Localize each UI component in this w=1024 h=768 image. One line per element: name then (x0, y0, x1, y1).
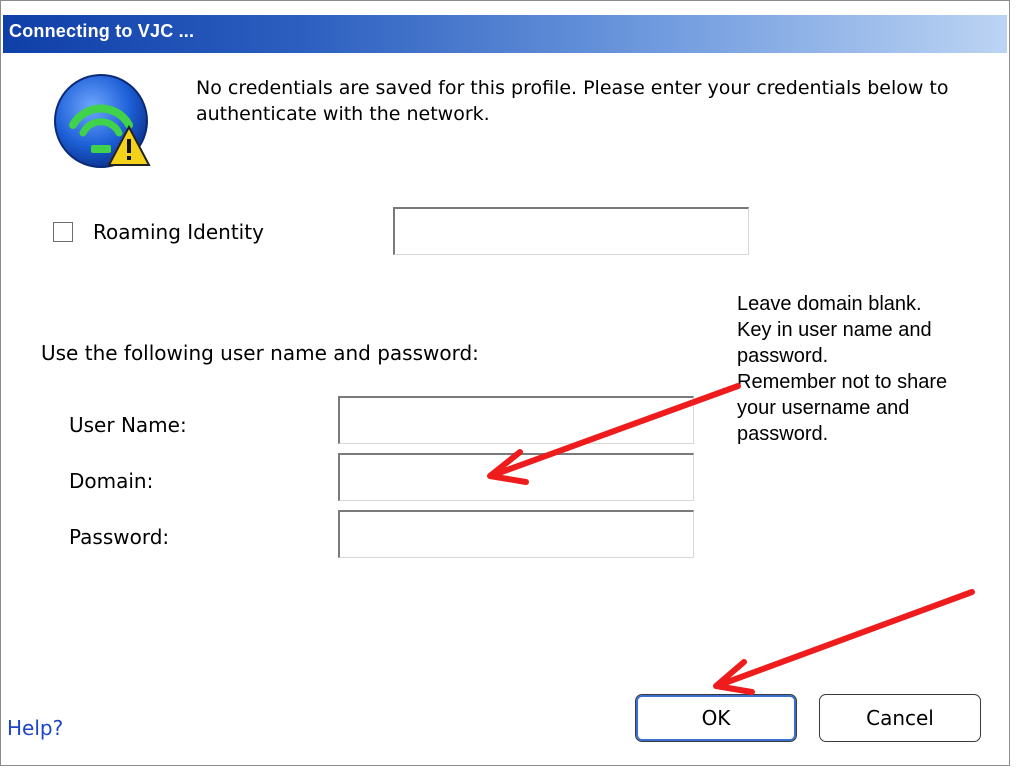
annotation-line: Leave domain blank. (737, 293, 922, 315)
ok-button[interactable]: OK (635, 694, 797, 742)
domain-input[interactable] (338, 453, 694, 501)
username-label: User Name: (69, 413, 187, 437)
annotation-line: Key in user name and (737, 319, 932, 341)
info-message: No credentials are saved for this profil… (196, 77, 949, 125)
annotation-line: password. (737, 345, 829, 367)
title-bar[interactable]: Connecting to VJC ... (3, 15, 1007, 53)
domain-label: Domain: (69, 469, 154, 493)
help-link[interactable]: Help? (7, 716, 63, 740)
annotation-line: password. (737, 423, 829, 445)
roaming-identity-label: Roaming Identity (93, 220, 264, 244)
username-input[interactable] (338, 396, 694, 444)
wireless-network-warning-icon (54, 74, 151, 168)
annotation-line: Remember not to share (737, 371, 948, 393)
credentials-instruction: Use the following user name and password… (41, 341, 479, 365)
password-label: Password: (69, 525, 170, 549)
password-input[interactable] (338, 510, 694, 558)
instruction-annotation: Leave domain blank. Key in user name and… (737, 291, 1007, 447)
cancel-button[interactable]: Cancel (819, 694, 981, 742)
credentials-dialog: Connecting to VJC ... No credentials are… (0, 0, 1010, 766)
roaming-identity-input[interactable] (393, 207, 749, 255)
annotation-line: your username and (737, 397, 910, 419)
window-title: Connecting to VJC ... (9, 21, 195, 41)
roaming-identity-checkbox[interactable] (53, 222, 73, 242)
